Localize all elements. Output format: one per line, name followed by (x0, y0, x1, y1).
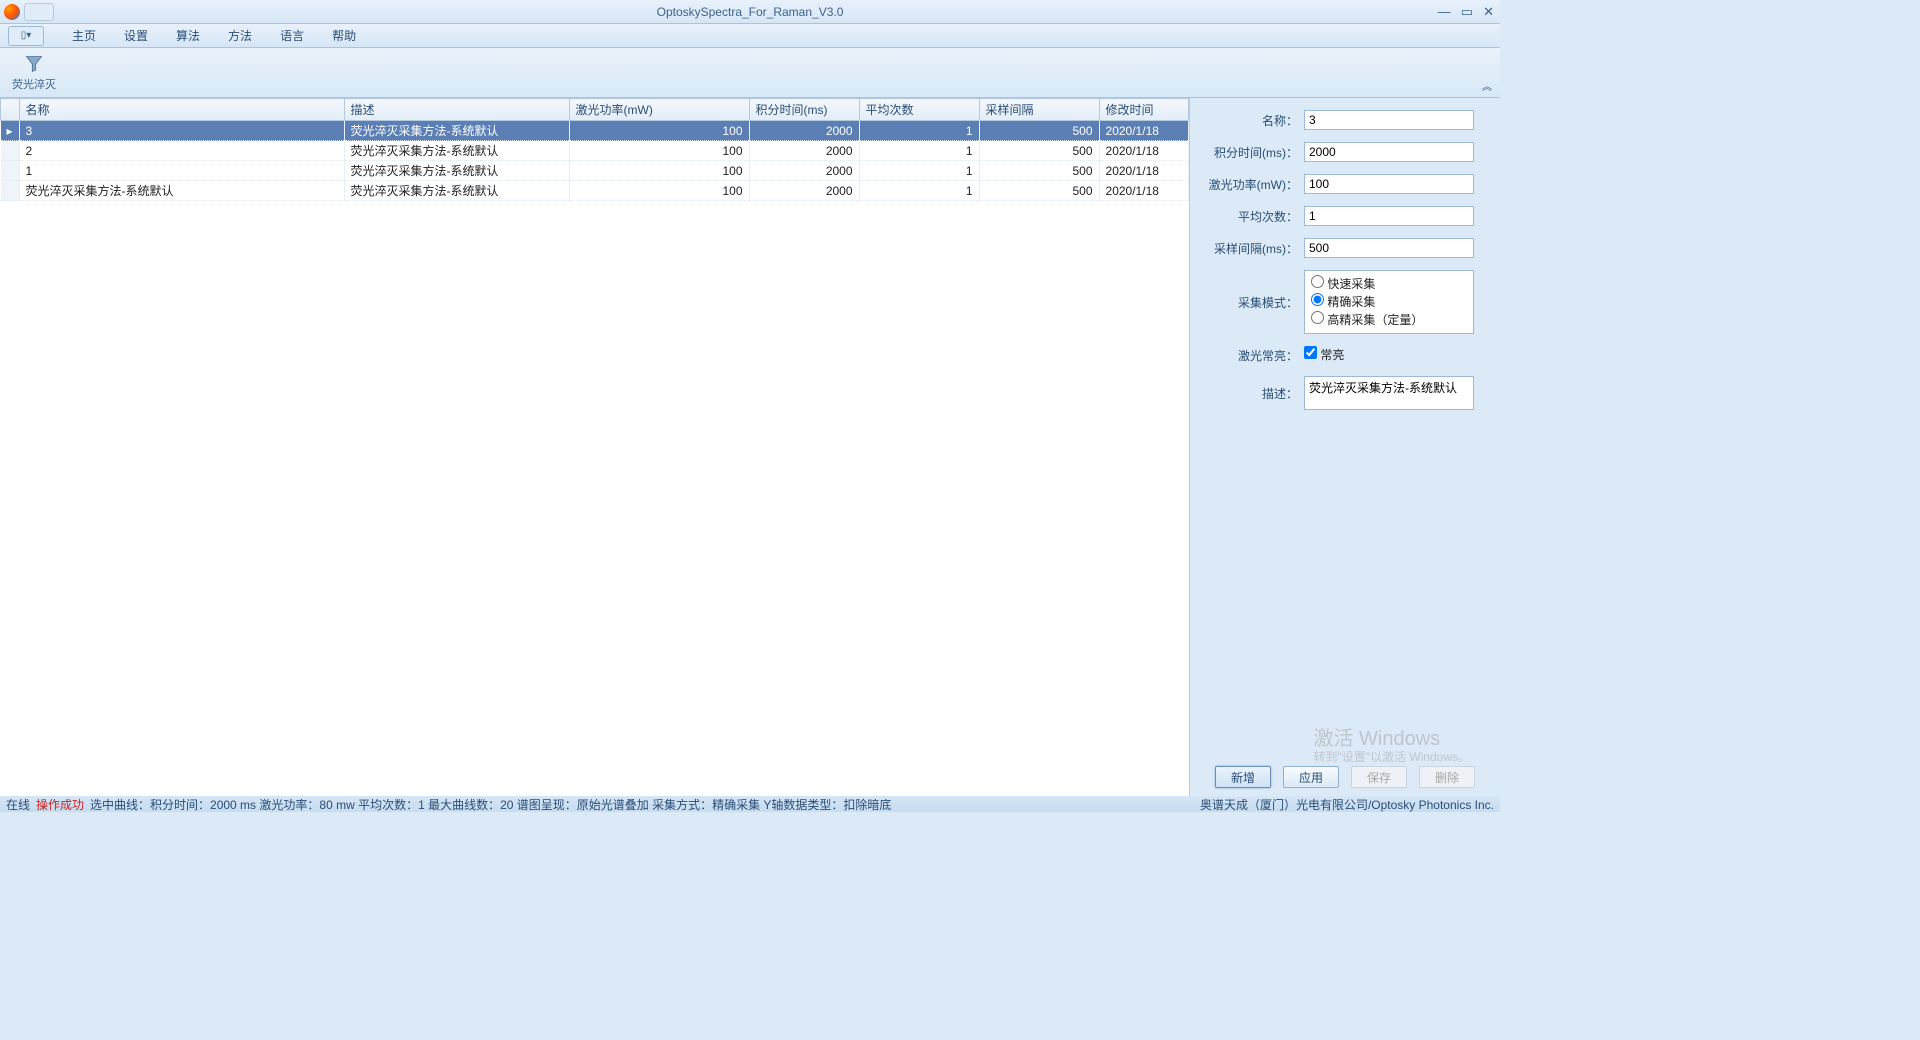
collection-mode-option[interactable]: 快速采集 (1311, 275, 1467, 293)
close-icon[interactable]: ✕ (1483, 4, 1494, 20)
methods-table[interactable]: 名称描述激光功率(mW)积分时间(ms)平均次数采样间隔修改时间 ▸3荧光淬灭采… (0, 98, 1189, 201)
apply-button[interactable]: 应用 (1283, 766, 1339, 788)
table-header[interactable]: 平均次数 (859, 99, 979, 121)
label-name: 名称： (1204, 112, 1304, 129)
status-ok: 操作成功 (36, 796, 84, 813)
label-int-time: 积分时间(ms)： (1204, 144, 1304, 161)
save-button[interactable]: 保存 (1351, 766, 1407, 788)
menu-language[interactable]: 语言 (266, 24, 318, 48)
name-field[interactable] (1304, 110, 1474, 130)
menu-algorithm[interactable]: 算法 (162, 24, 214, 48)
status-details: 选中曲线：积分时间：2000 ms 激光功率：80 mw 平均次数：1 最大曲线… (90, 796, 891, 813)
label-laser-on: 激光常亮： (1204, 347, 1304, 364)
fluorescence-quench-button[interactable]: 荧光淬灭 (6, 52, 62, 94)
label-mode: 采集模式： (1204, 294, 1304, 311)
status-bar: 在线 操作成功 选中曲线：积分时间：2000 ms 激光功率：80 mw 平均次… (0, 796, 1500, 812)
average-count-field[interactable] (1304, 206, 1474, 226)
status-online: 在线 (6, 796, 30, 813)
delete-button[interactable]: 删除 (1419, 766, 1475, 788)
status-company: 奥谱天成（厦门）光电有限公司/Optosky Photonics Inc. (1200, 796, 1494, 813)
minimize-icon[interactable]: — (1438, 4, 1451, 20)
collection-mode-option[interactable]: 高精采集（定量） (1311, 311, 1467, 329)
label-laser-power: 激光功率(mW)： (1204, 176, 1304, 193)
label-desc: 描述： (1204, 385, 1304, 402)
label-avg: 平均次数： (1204, 208, 1304, 225)
table-row[interactable]: ▸3荧光淬灭采集方法-系统默认100200015002020/1/18 (1, 121, 1189, 141)
sample-interval-field[interactable] (1304, 238, 1474, 258)
title-bar: OptoskySpectra_For_Raman_V3.0 — ▭ ✕ (0, 0, 1500, 24)
menu-settings[interactable]: 设置 (110, 24, 162, 48)
table-row[interactable]: 1荧光淬灭采集方法-系统默认100200015002020/1/18 (1, 161, 1189, 181)
menu-bar: ▯▾ 主页 设置 算法 方法 语言 帮助 (0, 24, 1500, 48)
collection-mode-option[interactable]: 精确采集 (1311, 293, 1467, 311)
table-header[interactable]: 激光功率(mW) (569, 99, 749, 121)
table-row[interactable]: 2荧光淬灭采集方法-系统默认100200015002020/1/18 (1, 141, 1189, 161)
label-sample-interval: 采样间隔(ms)： (1204, 240, 1304, 257)
description-field[interactable] (1304, 376, 1474, 410)
table-row[interactable]: 荧光淬灭采集方法-系统默认荧光淬灭采集方法-系统默认10020001500202… (1, 181, 1189, 201)
quick-access-toolbar[interactable] (24, 3, 54, 21)
form-buttons: 新增 应用 保存 删除 (1204, 766, 1486, 788)
new-button[interactable]: 新增 (1215, 766, 1271, 788)
collection-mode-group: 快速采集 精确采集 高精采集（定量） (1304, 270, 1474, 334)
app-icon (4, 4, 20, 20)
table-header[interactable]: 描述 (344, 99, 569, 121)
file-menu-button[interactable]: ▯▾ (8, 26, 44, 46)
form-pane: 名称： 积分时间(ms)： 激光功率(mW)： 平均次数： 采样间隔(ms)： … (1190, 98, 1500, 796)
table-header[interactable]: 修改时间 (1099, 99, 1188, 121)
ribbon-panel: 荧光淬灭 ︽ (0, 48, 1500, 98)
laser-power-field[interactable] (1304, 174, 1474, 194)
table-header[interactable]: 采样间隔 (979, 99, 1099, 121)
menu-method[interactable]: 方法 (214, 24, 266, 48)
window-title: OptoskySpectra_For_Raman_V3.0 (657, 5, 844, 19)
table-header[interactable]: 积分时间(ms) (749, 99, 859, 121)
ribbon-collapse-icon[interactable]: ︽ (1482, 78, 1492, 93)
menu-help[interactable]: 帮助 (318, 24, 370, 48)
main-area: 名称描述激光功率(mW)积分时间(ms)平均次数采样间隔修改时间 ▸3荧光淬灭采… (0, 98, 1500, 796)
menu-home[interactable]: 主页 (58, 24, 110, 48)
maximize-icon[interactable]: ▭ (1461, 4, 1473, 20)
ribbon-button-label: 荧光淬灭 (12, 76, 56, 92)
table-header[interactable]: 名称 (19, 99, 344, 121)
laser-always-on-checkbox[interactable]: 常亮 (1304, 346, 1344, 364)
integration-time-field[interactable] (1304, 142, 1474, 162)
table-pane: 名称描述激光功率(mW)积分时间(ms)平均次数采样间隔修改时间 ▸3荧光淬灭采… (0, 98, 1190, 796)
funnel-icon (24, 54, 44, 74)
